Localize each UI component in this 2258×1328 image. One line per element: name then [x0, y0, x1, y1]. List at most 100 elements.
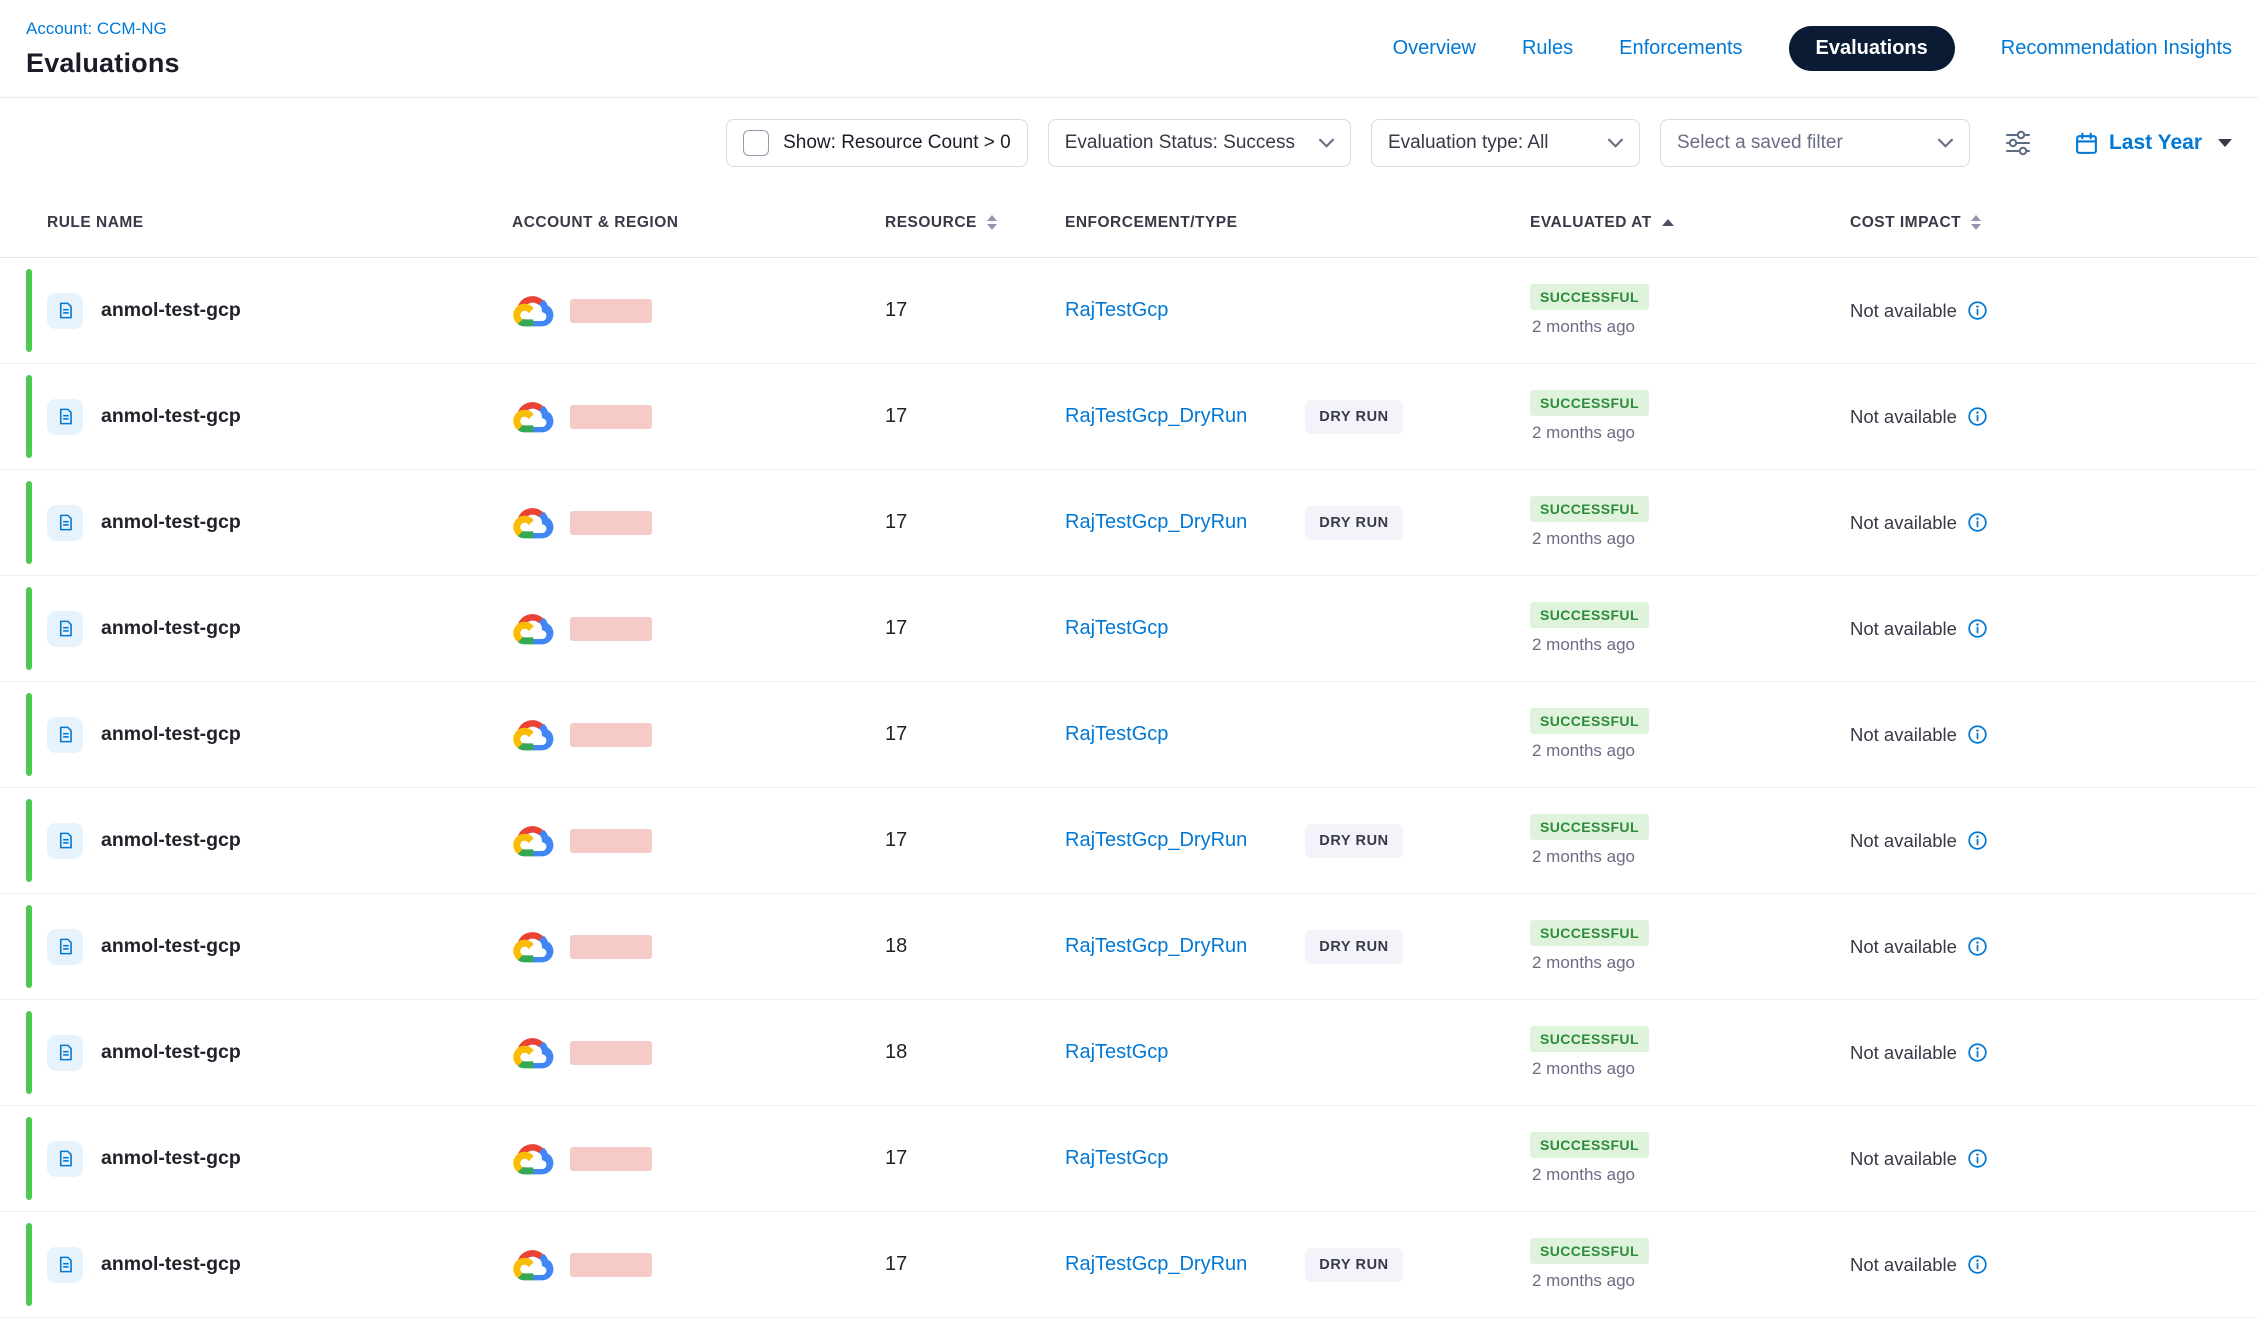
cost-impact-value: Not available — [1850, 1254, 1957, 1276]
rule-name-cell: anmol-test-gcp — [47, 1035, 512, 1071]
info-icon[interactable] — [1967, 300, 1988, 321]
row-status-accent-bar — [26, 1011, 32, 1094]
evaluated-time: 2 months ago — [1530, 741, 1635, 761]
table-row[interactable]: anmol-test-gcp 17 RajTestGcp_DryRun DRY … — [0, 788, 2258, 894]
filter-settings-button[interactable] — [1996, 121, 2040, 165]
row-status-accent-bar — [26, 587, 32, 670]
info-icon[interactable] — [1967, 1254, 1988, 1275]
evaluated-time: 2 months ago — [1530, 635, 1635, 655]
resource-count: 17 — [867, 511, 1047, 534]
table-header: RULE NAME ACCOUNT & REGION RESOURCE ENFO… — [0, 188, 2258, 258]
resource-count-filter-toggle[interactable]: Show: Resource Count > 0 — [726, 119, 1028, 167]
row-status-accent-bar — [26, 799, 32, 882]
sort-icon — [987, 215, 997, 230]
status-badge: SUCCESSFUL — [1530, 1132, 1649, 1158]
table-row[interactable]: anmol-test-gcp 17 RajTestGcp SUCCESSFUL … — [0, 258, 2258, 364]
nav-item-rules[interactable]: Rules — [1522, 37, 1573, 60]
evaluation-type-dropdown[interactable]: Evaluation type: All — [1371, 119, 1640, 167]
info-icon[interactable] — [1967, 512, 1988, 533]
enforcement-link[interactable]: RajTestGcp — [1065, 723, 1168, 746]
rule-document-icon — [56, 1149, 75, 1168]
enforcement-link[interactable]: RajTestGcp_DryRun — [1065, 405, 1247, 428]
cost-impact-cell: Not available — [1832, 724, 2258, 746]
evaluated-time: 2 months ago — [1530, 847, 1635, 867]
column-header-cost-impact[interactable]: COST IMPACT — [1832, 214, 2258, 232]
account-region-cell — [512, 1247, 867, 1282]
account-name-redacted — [570, 299, 652, 323]
table-row[interactable]: anmol-test-gcp 17 RajTestGcp SUCCESSFUL … — [0, 1106, 2258, 1212]
nav-item-recommendation-insights[interactable]: Recommendation Insights — [2001, 37, 2232, 60]
info-icon[interactable] — [1967, 1042, 1988, 1063]
enforcement-link[interactable]: RajTestGcp_DryRun — [1065, 829, 1247, 852]
rule-icon — [47, 1247, 83, 1283]
cost-impact-value: Not available — [1850, 830, 1957, 852]
evaluated-time: 2 months ago — [1530, 1165, 1635, 1185]
account-region-cell — [512, 399, 867, 434]
table-row[interactable]: anmol-test-gcp 17 RajTestGcp_DryRun DRY … — [0, 364, 2258, 470]
account-region-cell — [512, 1035, 867, 1070]
evaluation-status-value: Evaluation Status: Success — [1065, 132, 1295, 154]
row-status-accent-bar — [26, 481, 32, 564]
enforcement-cell: RajTestGcp — [1047, 1147, 1512, 1170]
table-row[interactable]: anmol-test-gcp 18 RajTestGcp SUCCESSFUL … — [0, 1000, 2258, 1106]
enforcement-link[interactable]: RajTestGcp — [1065, 299, 1168, 322]
date-range-label: Last Year — [2109, 131, 2202, 155]
resource-count: 17 — [867, 1253, 1047, 1276]
enforcement-link[interactable]: RajTestGcp — [1065, 1147, 1168, 1170]
rule-icon — [47, 1141, 83, 1177]
account-name-redacted — [570, 829, 652, 853]
nav-item-evaluations[interactable]: Evaluations — [1789, 26, 1955, 71]
nav-item-overview[interactable]: Overview — [1393, 37, 1476, 60]
table-body: anmol-test-gcp 17 RajTestGcp SUCCESSFUL … — [0, 258, 2258, 1318]
row-status-accent-bar — [26, 905, 32, 988]
account-name-redacted — [570, 511, 652, 535]
rule-name: anmol-test-gcp — [101, 299, 241, 322]
rule-icon — [47, 293, 83, 329]
cost-impact-cell: Not available — [1832, 618, 2258, 640]
gcp-cloud-icon — [512, 293, 554, 328]
saved-filter-dropdown[interactable]: Select a saved filter — [1660, 119, 1970, 167]
info-icon[interactable] — [1967, 936, 1988, 957]
info-icon[interactable] — [1967, 406, 1988, 427]
account-region-cell — [512, 505, 867, 540]
info-icon[interactable] — [1967, 830, 1988, 851]
gcp-cloud-icon — [512, 611, 554, 646]
table-row[interactable]: anmol-test-gcp 17 RajTestGcp_DryRun DRY … — [0, 470, 2258, 576]
resource-count-checkbox[interactable] — [743, 130, 769, 156]
enforcement-link[interactable]: RajTestGcp_DryRun — [1065, 1253, 1247, 1276]
evaluated-at-cell: SUCCESSFUL 2 months ago — [1512, 708, 1832, 761]
table-row[interactable]: anmol-test-gcp 17 RajTestGcp_DryRun DRY … — [0, 1212, 2258, 1318]
enforcement-link[interactable]: RajTestGcp_DryRun — [1065, 935, 1247, 958]
account-region-cell — [512, 823, 867, 858]
caret-down-icon — [2218, 139, 2232, 147]
enforcement-cell: RajTestGcp_DryRun DRY RUN — [1047, 506, 1512, 540]
info-icon[interactable] — [1967, 724, 1988, 745]
column-header-evaluated-at[interactable]: EVALUATED AT — [1512, 214, 1832, 232]
info-icon[interactable] — [1967, 1148, 1988, 1169]
column-header-resource[interactable]: RESOURCE — [867, 214, 1047, 232]
cost-impact-value: Not available — [1850, 1148, 1957, 1170]
rule-name-cell: anmol-test-gcp — [47, 1141, 512, 1177]
info-icon[interactable] — [1967, 618, 1988, 639]
evaluation-status-dropdown[interactable]: Evaluation Status: Success — [1048, 119, 1351, 167]
dry-run-badge: DRY RUN — [1305, 400, 1402, 434]
evaluated-at-cell: SUCCESSFUL 2 months ago — [1512, 496, 1832, 549]
gcp-cloud-icon — [512, 1247, 554, 1282]
sort-icon — [1971, 215, 1981, 230]
rule-name: anmol-test-gcp — [101, 405, 241, 428]
table-row[interactable]: anmol-test-gcp 17 RajTestGcp SUCCESSFUL … — [0, 682, 2258, 788]
dry-run-badge: DRY RUN — [1305, 506, 1402, 540]
nav-item-enforcements[interactable]: Enforcements — [1619, 37, 1742, 60]
table-row[interactable]: anmol-test-gcp 17 RajTestGcp SUCCESSFUL … — [0, 576, 2258, 682]
enforcement-link[interactable]: RajTestGcp — [1065, 1041, 1168, 1064]
cost-impact-cell: Not available — [1832, 830, 2258, 852]
resource-count: 17 — [867, 405, 1047, 428]
date-range-picker[interactable]: Last Year — [2074, 131, 2232, 156]
enforcement-link[interactable]: RajTestGcp_DryRun — [1065, 511, 1247, 534]
evaluated-time: 2 months ago — [1530, 529, 1635, 549]
account-breadcrumb-link[interactable]: Account: CCM-NG — [26, 19, 180, 39]
evaluated-at-cell: SUCCESSFUL 2 months ago — [1512, 920, 1832, 973]
table-row[interactable]: anmol-test-gcp 18 RajTestGcp_DryRun DRY … — [0, 894, 2258, 1000]
cost-impact-cell: Not available — [1832, 1042, 2258, 1064]
enforcement-link[interactable]: RajTestGcp — [1065, 617, 1168, 640]
